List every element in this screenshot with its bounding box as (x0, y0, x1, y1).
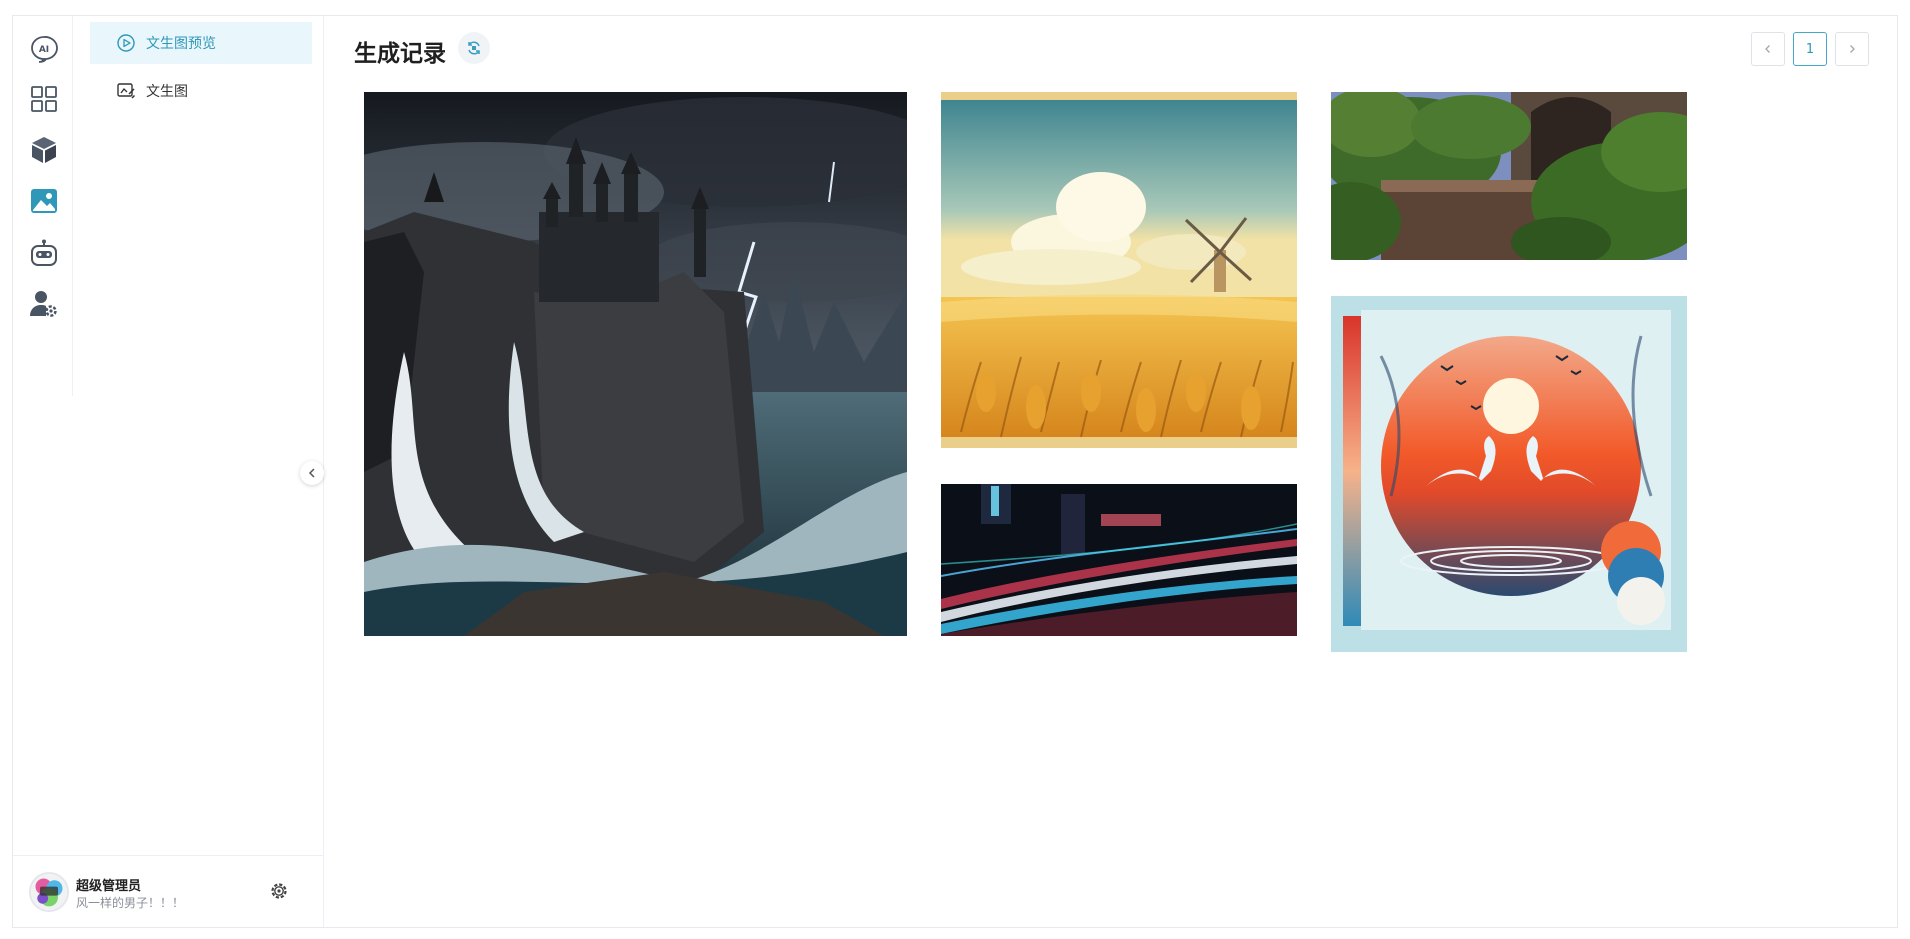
ruins-greenery-image[interactable] (1331, 92, 1687, 260)
icon-rail: AI (13, 16, 73, 396)
user-panel: 超级管理员 风一样的男子！！！ (13, 855, 324, 927)
menu-item-label: 文生图预览 (146, 36, 216, 52)
main-content: 生成记录 1 (324, 16, 1897, 927)
menu-item-text-to-image[interactable]: 文生图 (90, 70, 312, 112)
menu-item-label: 文生图 (146, 84, 188, 100)
play-circle-icon (117, 34, 135, 52)
user-name: 超级管理员 (76, 879, 142, 894)
gear-icon[interactable] (269, 881, 289, 901)
page-number-button[interactable]: 1 (1793, 32, 1827, 66)
refresh-button[interactable] (458, 32, 490, 64)
chevron-left-icon (1765, 45, 1770, 53)
robot-icon[interactable] (29, 238, 59, 268)
cube-icon[interactable] (29, 135, 59, 165)
wheat-field-windmill-image[interactable] (941, 92, 1297, 448)
refresh-icon (468, 41, 480, 55)
app-window: AI 文生图预览 文生图 超级管理员 风一样的男子！！！ 生成记录 1 (12, 15, 1898, 928)
castle-storm-image[interactable] (364, 92, 907, 636)
collapse-sidebar-button[interactable] (300, 461, 324, 485)
apps-grid-icon[interactable] (29, 84, 59, 114)
ai-chat-icon[interactable]: AI (29, 34, 59, 64)
image-icon[interactable] (29, 186, 59, 216)
menu-item-preview[interactable]: 文生图预览 (90, 22, 312, 64)
avatar[interactable] (29, 872, 69, 912)
prev-page-button[interactable] (1751, 32, 1785, 66)
chevron-left-icon (308, 468, 315, 478)
page-title: 生成记录 (354, 41, 446, 67)
image-edit-icon (117, 83, 136, 99)
svg-text:AI: AI (39, 45, 49, 55)
user-settings-icon[interactable] (29, 289, 59, 319)
swans-sunset-image[interactable] (1331, 296, 1687, 652)
next-page-button[interactable] (1835, 32, 1869, 66)
user-description: 风一样的男子！！！ (76, 896, 185, 910)
chevron-right-icon (1850, 45, 1855, 53)
city-light-trails-image[interactable] (941, 484, 1297, 636)
sidebar-menu: 文生图预览 文生图 (73, 16, 324, 927)
